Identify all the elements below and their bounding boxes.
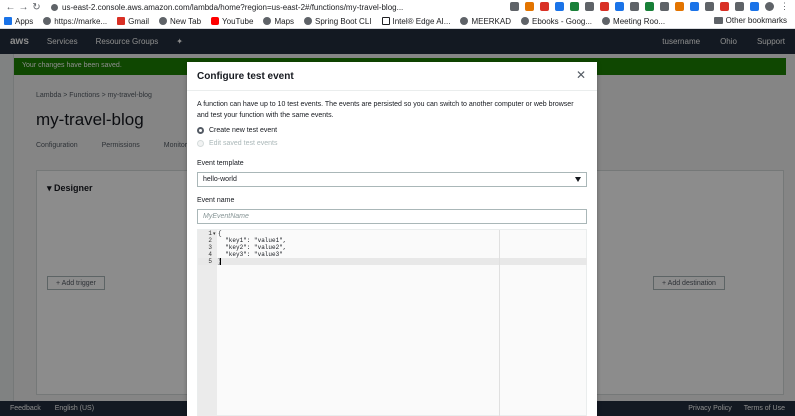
bookmark-label: Meeting Roo... <box>613 16 666 26</box>
extension-icon[interactable] <box>555 2 564 11</box>
globe-icon <box>263 17 272 25</box>
extension-icon[interactable] <box>645 2 654 11</box>
address-bar[interactable]: us-east-2.console.aws.amazon.com/lambda/… <box>51 3 403 12</box>
configure-test-event-modal: Configure test event ✕ A function can ha… <box>187 62 597 416</box>
radio-label: Create new test event <box>209 127 278 134</box>
bookmark-item[interactable]: MEERKAD <box>460 17 511 26</box>
extension-icon[interactable] <box>525 2 534 11</box>
url-text: us-east-2.console.aws.amazon.com/lambda/… <box>62 2 404 12</box>
bookmark-label: Apps <box>15 16 34 26</box>
globe-icon <box>43 17 52 25</box>
active-line-highlight <box>198 258 587 265</box>
other-bookmarks[interactable]: Other bookmarks <box>713 16 787 25</box>
globe-icon <box>159 17 168 25</box>
text-cursor <box>220 258 221 265</box>
forward-icon[interactable]: → <box>17 1 30 14</box>
print-margin <box>499 230 500 416</box>
bookmark-label: New Tab <box>170 16 202 26</box>
event-template-select[interactable]: hello-world <box>197 172 587 187</box>
extension-icon[interactable] <box>615 2 624 11</box>
select-value: hello-world <box>203 176 237 183</box>
reload-icon[interactable]: ↻ <box>30 1 43 14</box>
extension-icon[interactable] <box>600 2 609 11</box>
bookmark-item[interactable]: Gmail <box>117 17 149 26</box>
event-template-label: Event template <box>197 160 244 167</box>
close-icon[interactable]: ✕ <box>575 69 587 81</box>
extension-icon[interactable] <box>585 2 594 11</box>
radio-label: Edit saved test events <box>209 140 278 147</box>
bookmark-label: Spring Boot CLI <box>315 16 372 26</box>
extension-icon[interactable] <box>540 2 549 11</box>
radio-edit-saved-events[interactable]: Edit saved test events <box>197 140 277 147</box>
extension-icon[interactable] <box>735 2 744 11</box>
code-line: "key2": "value2", <box>218 244 287 251</box>
extension-icon[interactable] <box>705 2 714 11</box>
extension-icon[interactable] <box>750 2 759 11</box>
bookmark-apps[interactable]: Apps <box>4 17 33 26</box>
lock-icon <box>51 3 58 11</box>
bookmark-label: MEERKAD <box>471 16 511 26</box>
extension-icon[interactable] <box>570 2 579 11</box>
modal-header: Configure test event ✕ <box>187 62 597 91</box>
line-number: 2 <box>208 237 212 244</box>
bookmark-item[interactable]: Maps <box>263 17 294 26</box>
code-line: "key3": "value3" <box>218 251 283 258</box>
profile-avatar[interactable] <box>765 2 774 11</box>
extension-icon[interactable] <box>690 2 699 11</box>
bookmark-item[interactable]: Meeting Roo... <box>602 17 665 26</box>
bookmark-item[interactable]: YouTube <box>211 17 253 26</box>
folder-icon <box>713 17 723 24</box>
bookmark-label: Intel® Edge AI... <box>392 16 451 26</box>
event-name-input[interactable] <box>197 209 587 224</box>
youtube-icon <box>211 17 220 25</box>
bookmarks-bar: Apps https://marke... Gmail New Tab YouT… <box>0 14 795 29</box>
bookmark-label: Maps <box>274 16 295 26</box>
browser-toolbar: ← → ↻ us-east-2.console.aws.amazon.com/l… <box>0 0 795 14</box>
intel-icon <box>381 17 390 25</box>
extension-icon[interactable] <box>660 2 669 11</box>
modal-description: A function can have up to 10 test events… <box>197 101 574 119</box>
globe-icon <box>521 17 529 25</box>
line-number: 1 <box>208 230 212 237</box>
bookmark-item[interactable]: https://marke... <box>43 17 107 26</box>
extension-icon[interactable] <box>630 2 639 11</box>
apps-grid-icon <box>4 17 12 25</box>
bookmark-item[interactable]: Ebooks - Goog... <box>521 17 592 26</box>
modal-title: Configure test event <box>197 71 294 82</box>
globe-icon <box>602 17 611 25</box>
line-number: 4 <box>208 251 212 258</box>
bookmark-label: YouTube <box>222 16 254 26</box>
bookmark-label: Ebooks - Goog... <box>532 16 593 26</box>
json-code-editor[interactable]: 1 2 3 4 5 ▾ { "key1": "value1", "key2": … <box>197 229 587 416</box>
code-line: "key1": "value1", <box>218 237 287 244</box>
extension-icon[interactable] <box>720 2 729 11</box>
gmail-icon <box>117 17 126 25</box>
menu-icon[interactable]: ⋮ <box>780 2 789 11</box>
bookmark-item[interactable]: New Tab <box>159 17 201 26</box>
extension-icon[interactable] <box>675 2 684 11</box>
fold-toggle-icon[interactable]: ▾ <box>213 231 216 237</box>
bookmark-item[interactable]: Spring Boot CLI <box>304 16 372 26</box>
radio-button-selected[interactable] <box>197 127 204 134</box>
radio-button-disabled[interactable] <box>197 140 204 147</box>
bookmark-label: https://marke... <box>54 16 108 26</box>
other-bookmarks-label: Other bookmarks <box>725 16 787 25</box>
extension-icons: ⋮ <box>510 2 789 11</box>
globe-icon <box>460 17 469 25</box>
event-name-label: Event name <box>197 197 235 204</box>
code-line: { <box>218 230 222 237</box>
line-number: 5 <box>208 258 212 265</box>
globe-icon <box>304 17 313 25</box>
back-icon[interactable]: ← <box>4 1 17 14</box>
caret-down-icon <box>575 177 581 182</box>
bookmark-item[interactable]: Intel® Edge AI... <box>381 16 451 26</box>
line-number: 3 <box>208 244 212 251</box>
extension-icon[interactable] <box>510 2 519 11</box>
radio-create-new-event[interactable]: Create new test event <box>197 127 277 134</box>
bookmark-label: Gmail <box>128 16 150 26</box>
